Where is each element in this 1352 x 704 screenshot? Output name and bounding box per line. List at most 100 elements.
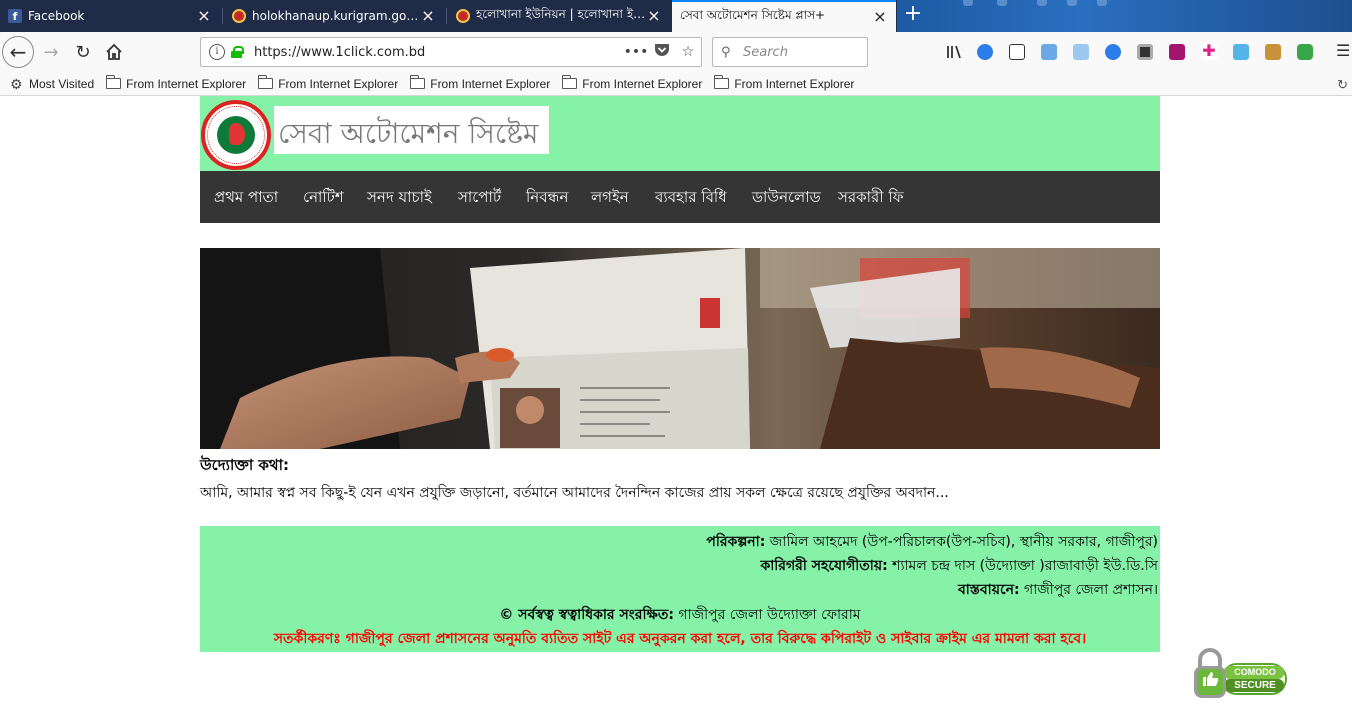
footer-implementation: বাস্তবায়নে: গাজীপুর জেলা প্রশাসন। (958, 578, 1158, 602)
site-footer: পরিকল্পনা: জামিল আহমেদ (উপ-পরিচালক(উপ-সচ… (200, 526, 1160, 652)
lock-icon (231, 46, 244, 58)
bookmark-folder[interactable]: From Internet Explorer (714, 75, 854, 91)
tab-title: সেবা অটোমেশন সিষ্টেম প্লাস+ (680, 8, 826, 22)
search-icon: ⚲ (721, 44, 731, 60)
tab-facebook[interactable]: f Facebook × (0, 0, 220, 32)
addon-icon[interactable]: ✚ (1201, 43, 1217, 60)
menu-item-certificate-verify[interactable]: সনদ যাচাই (367, 171, 432, 223)
address-bar[interactable]: i https://www.1click.com.bd ••• ☆ (200, 37, 702, 67)
menu-item-download[interactable]: ডাউনলোড (752, 171, 821, 223)
library-icon[interactable] (946, 44, 964, 60)
folder-icon (258, 75, 274, 89)
reload-button[interactable]: ↻ (68, 38, 98, 66)
footer-label: বাস্তবায়নে: (957, 582, 1020, 598)
footer-value: গাজীপুর জেলা উদ্যোক্তা ফোরাম (678, 607, 861, 623)
bookmarks-toolbar: ⚙ Most Visited From Internet Explorer Fr… (0, 72, 1352, 96)
search-input[interactable]: ⚲ Search (712, 37, 868, 67)
govt-seal-icon (456, 9, 470, 23)
addon-icon[interactable] (1169, 44, 1185, 60)
secure-label: SECURE (1234, 680, 1276, 691)
entrepreneur-heading: উদ্যোক্তা কথা: (200, 456, 289, 474)
navigation-toolbar: ← → ↻ i https://www.1click.com.bd ••• ☆ … (0, 32, 1352, 72)
comodo-label: COMODO (1234, 667, 1276, 677)
addon-icon[interactable] (977, 44, 993, 60)
tab-title: Facebook (28, 9, 85, 23)
menu-item-govt-fee[interactable]: সরকারী ফি (838, 171, 904, 223)
back-button[interactable]: ← (2, 36, 34, 68)
addon-icon[interactable] (1233, 44, 1249, 60)
sidebar-icon[interactable] (1009, 44, 1025, 60)
footer-warning: সতর্কীকরণঃ গাজীপুর জেলা প্রশাসনের অনুমতি… (273, 631, 1087, 647)
menu-item-registration[interactable]: নিবন্ধন (526, 171, 568, 223)
site-header: সেবা অটোমেশন সিষ্টেম (200, 96, 1160, 171)
addon-icon[interactable] (1105, 44, 1121, 60)
home-icon (106, 43, 122, 60)
entrepreneur-text: আমি, আমার স্বপ্ন সব কিছু-ই যেন এখন প্রযু… (200, 485, 949, 501)
info-icon[interactable]: i (209, 44, 225, 60)
tab-title: holokhanaup.kurigram.gov.bd/ (252, 9, 420, 23)
menu-item-usage-rules[interactable]: ব্যবহার বিধি (655, 171, 727, 223)
tab-divider (222, 8, 223, 24)
addon-icon[interactable] (1137, 44, 1153, 60)
addon-icon[interactable] (1265, 44, 1281, 60)
tab-holokhana-union[interactable]: হলোখানা ইউনিয়ন | হলোখানা ইউনিয় × (448, 0, 670, 32)
footer-copyright: © সর্বস্বত্ব স্বত্বাধিকার সংরক্ষিত: গাজী… (200, 603, 1160, 627)
close-icon[interactable]: × (196, 8, 212, 24)
main-menu: প্রথম পাতা নোটিশ সনদ যাচাই সাপোর্ট নিবন্… (200, 171, 1160, 223)
comodo-secure-badge[interactable]: COMODO SECURE (1192, 646, 1288, 700)
close-icon[interactable]: × (420, 8, 436, 24)
site-title: সেবা অটোমেশন সিষ্টেম (278, 117, 539, 150)
sync-icon[interactable]: ↻ (1337, 77, 1348, 93)
passport-banner-image (200, 248, 1160, 449)
window-control-hint (997, 0, 1007, 6)
close-icon[interactable]: × (646, 8, 662, 24)
addon-icon[interactable] (1297, 44, 1313, 60)
facebook-icon: f (8, 9, 22, 23)
star-icon[interactable]: ☆ (675, 44, 701, 60)
page-actions-button[interactable]: ••• (623, 44, 649, 60)
tab-strip-background (897, 0, 1352, 32)
arrow-left-icon: ← (9, 40, 27, 64)
bookmark-folder[interactable]: From Internet Explorer (562, 75, 703, 91)
folder-icon (410, 75, 426, 89)
menu-icon[interactable]: ☰ (1336, 43, 1352, 60)
url-text[interactable]: https://www.1click.com.bd (254, 45, 623, 60)
bookmark-folder[interactable]: From Internet Explorer (258, 75, 399, 91)
bookmark-label: From Internet Explorer (278, 76, 399, 91)
new-tab-button[interactable]: + (902, 3, 924, 26)
gear-icon: ⚙ (10, 75, 23, 92)
window-control-hint (963, 0, 973, 6)
bookmark-folder[interactable]: From Internet Explorer (106, 75, 246, 91)
bookmark-label: From Internet Explorer (582, 76, 703, 91)
addon-icon[interactable] (1073, 44, 1089, 60)
bookmark-folder[interactable]: From Internet Explorer (410, 75, 550, 91)
home-button[interactable] (99, 38, 129, 66)
menu-item-home[interactable]: প্রথম পাতা (214, 171, 278, 223)
banner-photo (200, 248, 1160, 449)
forward-button[interactable]: → (36, 38, 66, 66)
window-control-hint (1067, 0, 1077, 6)
menu-item-notice[interactable]: নোটিশ (303, 171, 344, 223)
bookmark-label: Most Visited (29, 76, 95, 91)
tab-seba-automation[interactable]: সেবা অটোমেশন সিষ্টেম প্লাস+ × (672, 0, 896, 32)
footer-value: গাজীপুর জেলা প্রশাসন। (1024, 582, 1158, 598)
folder-icon (106, 75, 122, 89)
menu-item-support[interactable]: সাপোর্ট (458, 171, 501, 223)
footer-label: কারিগরী সহযোগীতায়: (760, 558, 888, 574)
footer-label: © সর্বস্বত্ব স্বত্বাধিকার সংরক্ষিত: (499, 607, 674, 623)
tab-strip: f Facebook × holokhanaup.kurigram.gov.bd… (0, 0, 1352, 32)
reload-icon: ↻ (75, 41, 91, 63)
bangladesh-map-icon (229, 123, 245, 145)
tab-holokhana-site[interactable]: holokhanaup.kurigram.gov.bd/ × (224, 0, 444, 32)
menu-item-login[interactable]: লগইন (591, 171, 629, 223)
window-control-hint (1037, 0, 1047, 6)
footer-technical-support: কারিগরী সহযোগীতায়: শ্যামল চন্দ্র দাস (উ… (760, 554, 1158, 578)
govt-seal-logo[interactable] (201, 100, 271, 170)
footer-value: শ্যামল চন্দ্র দাস (উদ্যোক্তা )রাজাবাড়ী … (892, 558, 1158, 574)
footer-label: পরিকল্পনা: (706, 534, 766, 550)
govt-seal-icon (232, 9, 246, 23)
close-icon[interactable]: × (872, 9, 888, 25)
screenshot-icon[interactable] (1041, 44, 1057, 60)
bookmark-most-visited[interactable]: ⚙ Most Visited (10, 77, 94, 91)
pocket-icon[interactable] (649, 43, 675, 61)
